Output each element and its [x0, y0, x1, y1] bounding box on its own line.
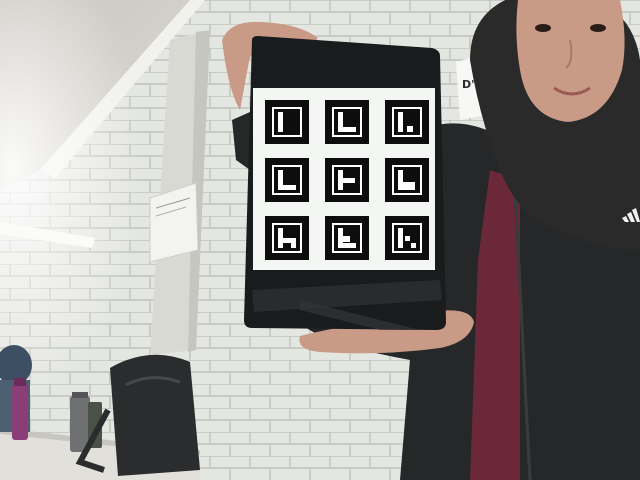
marker-7 [265, 216, 309, 260]
photo-scene: E D'E [0, 0, 640, 480]
marker-6 [385, 158, 429, 202]
marker-2 [325, 100, 369, 144]
marker-3 [385, 100, 429, 144]
marker-1 [265, 100, 309, 144]
marker-9 [385, 216, 429, 260]
marker-5 [325, 158, 369, 202]
marker-4 [265, 158, 309, 202]
marker-8 [325, 216, 369, 260]
